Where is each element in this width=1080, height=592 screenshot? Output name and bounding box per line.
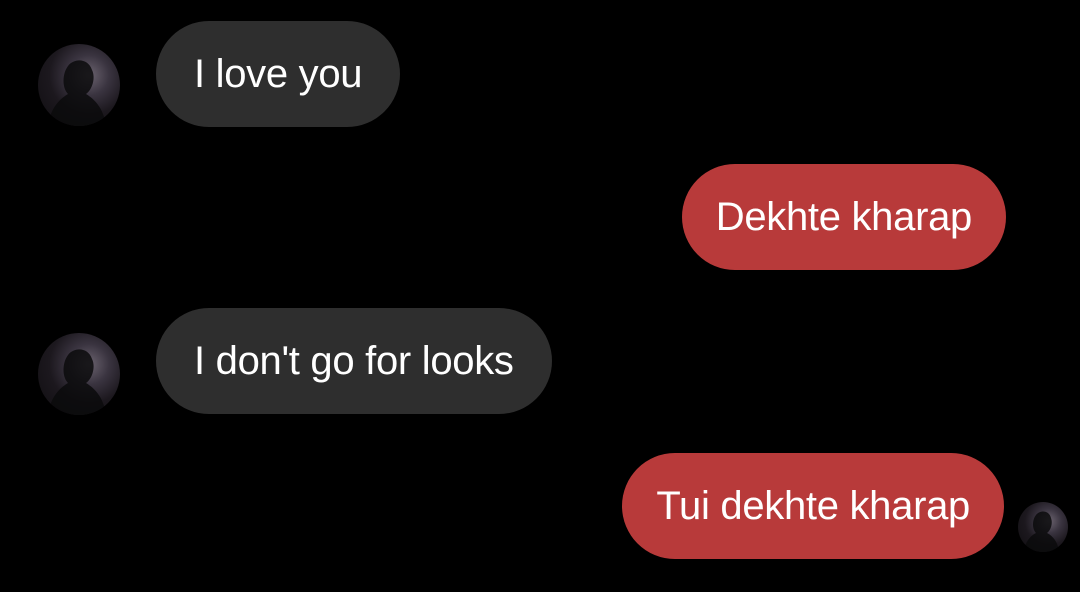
message-bubble-incoming[interactable]: I love you <box>156 21 401 127</box>
message-bubble-outgoing[interactable]: Dekhte kharap <box>681 164 1006 270</box>
avatar-silhouette-icon <box>1024 511 1059 552</box>
message-bubble-outgoing[interactable]: Tui dekhte kharap <box>622 453 1004 559</box>
contact-avatar-icon[interactable] <box>38 44 120 126</box>
seen-avatar-icon <box>1018 502 1068 552</box>
chat-thread: I love you Dekhte kharap I don't go for … <box>0 0 1080 592</box>
avatar-silhouette-icon <box>48 349 106 415</box>
avatar-silhouette-icon <box>48 60 106 126</box>
contact-avatar-icon[interactable] <box>38 333 120 415</box>
message-bubble-incoming[interactable]: I don't go for looks <box>156 308 552 414</box>
